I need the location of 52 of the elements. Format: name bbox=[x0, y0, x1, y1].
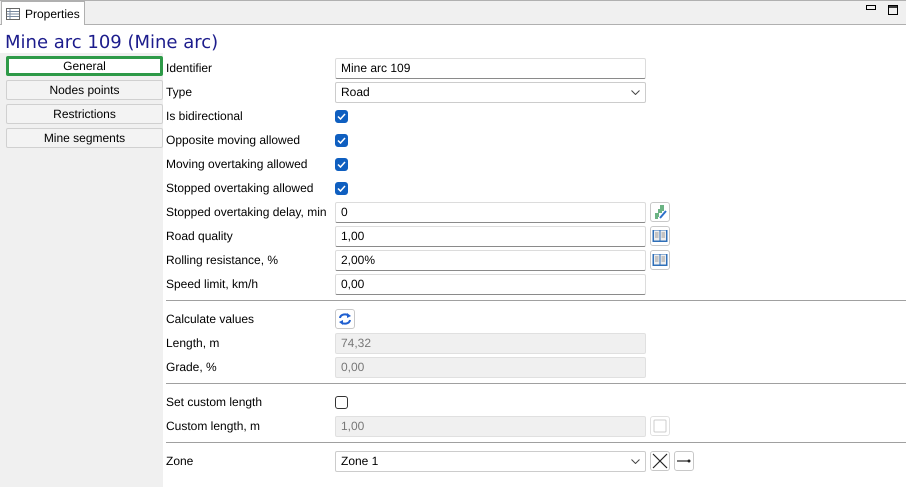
section-button[interactable]: General bbox=[6, 56, 163, 76]
field-label: Road quality bbox=[166, 229, 234, 243]
input-field[interactable]: 0,00 bbox=[335, 274, 646, 294]
chevron-down-icon bbox=[631, 90, 640, 94]
field-label: Length, m bbox=[166, 336, 220, 350]
field-label: Stopped overtaking delay, min bbox=[166, 205, 328, 219]
edit-icon bbox=[652, 204, 668, 220]
section-button[interactable]: Nodes points bbox=[6, 80, 163, 100]
field-label: Is bidirectional bbox=[166, 109, 244, 123]
input-field[interactable]: 2,00% bbox=[335, 250, 646, 270]
input-field[interactable]: 0 bbox=[335, 202, 646, 222]
refresh-button[interactable] bbox=[335, 309, 355, 329]
tool-button[interactable] bbox=[674, 451, 694, 471]
tool-button[interactable] bbox=[650, 451, 670, 471]
checkmark-icon bbox=[337, 136, 346, 144]
checkmark-icon bbox=[337, 112, 346, 120]
field-label: Moving overtaking allowed bbox=[166, 157, 308, 171]
blank-icon bbox=[653, 419, 667, 433]
field-label: Set custom length bbox=[166, 395, 264, 409]
checkmark-icon bbox=[337, 160, 346, 168]
book-icon bbox=[652, 253, 668, 267]
checkmark-icon bbox=[337, 184, 346, 192]
input-field[interactable]: 1,00 bbox=[335, 226, 646, 246]
maximize-icon[interactable] bbox=[888, 5, 898, 15]
field-label: Custom length, m bbox=[166, 419, 262, 433]
field-label: Rolling resistance, % bbox=[166, 253, 280, 267]
close-icon bbox=[652, 453, 668, 469]
checkbox[interactable] bbox=[335, 134, 348, 146]
field-label: Zone bbox=[166, 454, 194, 468]
checkbox[interactable] bbox=[335, 110, 348, 122]
field-label: Stopped overtaking allowed bbox=[166, 181, 314, 195]
checkbox[interactable] bbox=[335, 182, 348, 194]
field-label: Type bbox=[166, 85, 194, 99]
field-label: Speed limit, km/h bbox=[166, 277, 260, 291]
properties-tab[interactable]: Properties bbox=[1, 1, 85, 25]
refresh-icon bbox=[338, 312, 352, 326]
field-label: Grade, % bbox=[166, 360, 218, 374]
checkbox[interactable] bbox=[335, 158, 348, 170]
book-icon bbox=[652, 229, 668, 243]
object-title: Mine arc 109 (Mine arc) bbox=[4, 31, 220, 53]
field-label: Identifier bbox=[166, 61, 214, 75]
dropdown[interactable]: Zone 1 bbox=[335, 450, 646, 472]
checkbox[interactable] bbox=[335, 396, 348, 408]
table-icon bbox=[6, 8, 20, 20]
input-field[interactable]: Mine arc 109 bbox=[335, 58, 646, 78]
section-button[interactable]: Restrictions bbox=[6, 104, 163, 124]
section-button[interactable]: Mine segments bbox=[6, 128, 163, 148]
minimize-icon[interactable] bbox=[866, 5, 876, 10]
field-label: Calculate values bbox=[166, 312, 256, 326]
chevron-down-icon bbox=[631, 458, 640, 464]
field-label: Opposite moving allowed bbox=[166, 133, 302, 147]
dropdown[interactable]: Road bbox=[335, 82, 646, 102]
